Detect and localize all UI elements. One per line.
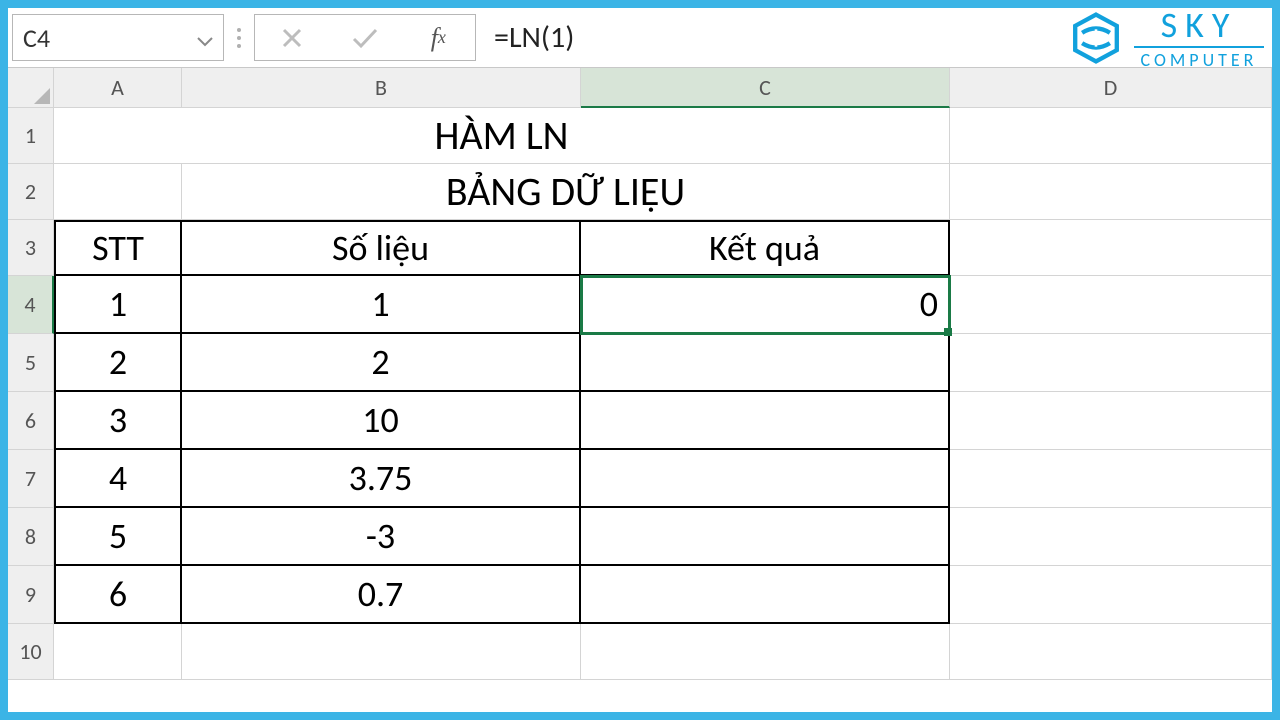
- formula-input[interactable]: =LN(1): [482, 14, 1032, 61]
- vertical-grip[interactable]: [230, 14, 248, 61]
- name-box[interactable]: C4: [12, 14, 224, 61]
- cell-B5[interactable]: 2: [182, 334, 581, 392]
- subtitle-text: BẢNG DỮ LIỆU: [446, 167, 685, 216]
- cell-C5[interactable]: [581, 334, 950, 392]
- brand-logo: SKY COMPUTER: [1038, 14, 1268, 61]
- cell-B8[interactable]: -3: [182, 508, 581, 566]
- cell-C7[interactable]: [581, 450, 950, 508]
- cell-B4[interactable]: 1: [182, 276, 581, 334]
- cell-A8[interactable]: 5: [54, 508, 182, 566]
- col-header-D[interactable]: D: [950, 68, 1272, 108]
- row-header-9[interactable]: 9: [8, 566, 54, 624]
- cell-A6[interactable]: 3: [54, 392, 182, 450]
- col-header-A[interactable]: A: [54, 68, 182, 108]
- cancel-icon[interactable]: [276, 23, 308, 53]
- cell-title[interactable]: HÀM LN: [54, 108, 950, 164]
- cell-C6[interactable]: [581, 392, 950, 450]
- row-header-2[interactable]: 2: [8, 164, 54, 220]
- cell-A4[interactable]: 1: [54, 276, 182, 334]
- cell-C8[interactable]: [581, 508, 950, 566]
- cell-D8[interactable]: [950, 508, 1272, 566]
- cell-D6[interactable]: [950, 392, 1272, 450]
- row-header-4[interactable]: 4: [8, 276, 54, 334]
- cell-D3[interactable]: [950, 220, 1272, 276]
- row-header-1[interactable]: 1: [8, 108, 54, 164]
- cell-C9[interactable]: [581, 566, 950, 624]
- cell-D2[interactable]: [950, 164, 1272, 220]
- chevron-down-icon[interactable]: [197, 22, 213, 54]
- cell-C4[interactable]: 0: [581, 276, 950, 334]
- row-header-8[interactable]: 8: [8, 508, 54, 566]
- cell-B3[interactable]: Số liệu: [182, 220, 581, 276]
- row-header-3[interactable]: 3: [8, 220, 54, 276]
- select-all-corner[interactable]: [8, 68, 54, 108]
- cell-A5[interactable]: 2: [54, 334, 182, 392]
- cell-D10[interactable]: [950, 624, 1272, 680]
- cell-C10[interactable]: [581, 624, 950, 680]
- cell-C3[interactable]: Kết quả: [581, 220, 950, 276]
- cell-B9[interactable]: 0.7: [182, 566, 581, 624]
- cell-A9[interactable]: 6: [54, 566, 182, 624]
- cell-D9[interactable]: [950, 566, 1272, 624]
- row-header-6[interactable]: 6: [8, 392, 54, 450]
- cell-A7[interactable]: 4: [54, 450, 182, 508]
- name-box-value: C4: [23, 22, 50, 54]
- row-header-7[interactable]: 7: [8, 450, 54, 508]
- cell-D4[interactable]: [950, 276, 1272, 334]
- col-header-B[interactable]: B: [182, 68, 581, 108]
- spreadsheet-grid[interactable]: A B C D 1 HÀM LN 2 BẢNG DỮ LIỆU 3 STT Số…: [8, 68, 1272, 680]
- cell-D5[interactable]: [950, 334, 1272, 392]
- col-header-C[interactable]: C: [581, 68, 950, 108]
- cell-B7[interactable]: 3.75: [182, 450, 581, 508]
- cell-A10[interactable]: [54, 624, 182, 680]
- logo-text-computer: COMPUTER: [1141, 51, 1258, 69]
- formula-bar: C4 fx =LN(1) SKY COMPUTER: [8, 8, 1272, 68]
- cell-B10[interactable]: [182, 624, 581, 680]
- logo-text-sky: SKY: [1161, 7, 1238, 43]
- logo-icon: [1070, 12, 1122, 64]
- cell-B6[interactable]: 10: [182, 392, 581, 450]
- title-text: HÀM LN: [435, 111, 569, 160]
- formula-buttons: fx: [254, 14, 476, 61]
- formula-text: =LN(1): [494, 19, 574, 56]
- row-header-10[interactable]: 10: [8, 624, 54, 680]
- insert-function-icon[interactable]: fx: [422, 23, 454, 53]
- enter-icon[interactable]: [349, 23, 381, 53]
- cell-A3[interactable]: STT: [54, 220, 182, 276]
- cell-subtitle[interactable]: BẢNG DỮ LIỆU: [182, 164, 950, 220]
- row-header-5[interactable]: 5: [8, 334, 54, 392]
- cell-A2[interactable]: [54, 164, 182, 220]
- cell-D1[interactable]: [950, 108, 1272, 164]
- cell-D7[interactable]: [950, 450, 1272, 508]
